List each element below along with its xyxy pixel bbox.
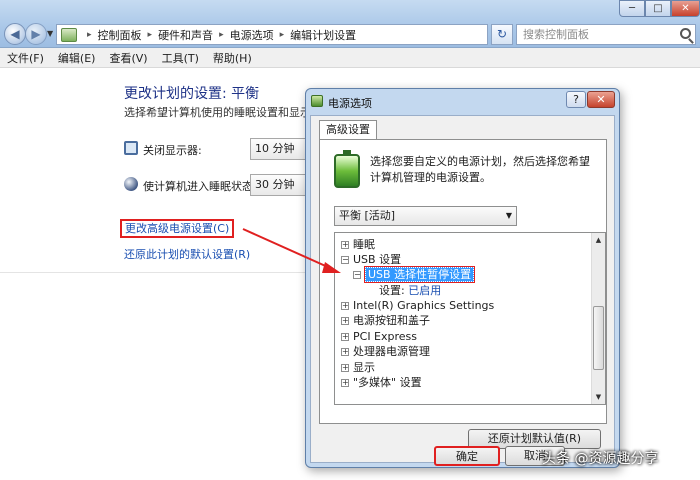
breadcrumb-separator-icon[interactable]: ▸ — [280, 30, 285, 40]
tree-item-display[interactable]: + 显示 — [341, 360, 375, 375]
tree-scrollbar[interactable]: ▲ ▼ — [591, 233, 605, 404]
advanced-settings-panel: 选择您要自定义的电源计划，然后选择您希望计算机管理的电源设置。 平衡 [活动] … — [319, 139, 607, 424]
tree-item-power-buttons[interactable]: + 电源按钮和盖子 — [341, 313, 430, 328]
tree-item-processor-power[interactable]: + 处理器电源管理 — [341, 344, 430, 359]
search-input[interactable]: 搜索控制面板 — [516, 24, 696, 45]
tree-item-label: PCI Express — [353, 330, 418, 343]
dialog-close-button[interactable]: ✕ — [587, 91, 615, 108]
scroll-down-icon[interactable]: ▼ — [592, 390, 605, 404]
close-button[interactable]: ✕ — [671, 0, 700, 17]
breadcrumb-separator-icon[interactable]: ▸ — [219, 30, 224, 40]
sleep-icon — [124, 177, 138, 191]
dialog-titlebar[interactable]: 电源选项 ? ✕ — [306, 89, 619, 113]
watermark: 头条 @资源趣分享 — [542, 451, 659, 467]
expand-icon[interactable]: + — [341, 317, 349, 325]
search-placeholder: 搜索控制面板 — [523, 28, 589, 41]
scroll-up-icon[interactable]: ▲ — [592, 233, 605, 247]
tree-item-label: Intel(R) Graphics Settings — [353, 299, 495, 312]
recent-pages-dropdown-icon[interactable]: ▼ — [47, 29, 53, 38]
power-options-dialog: 电源选项 ? ✕ 高级设置 选择您要自定义的电源计划，然后选择您希望计算机管理的… — [305, 88, 620, 468]
breadcrumb-hardware-sound[interactable]: 硬件和声音 — [158, 27, 213, 43]
expand-icon[interactable]: + — [341, 348, 349, 356]
search-icon — [680, 28, 691, 39]
menu-file[interactable]: 文件(F) — [0, 50, 51, 66]
advanced-power-settings-link[interactable]: 更改高级电源设置(C) — [120, 219, 235, 238]
forward-button[interactable]: ▶ — [25, 23, 47, 45]
menu-view[interactable]: 查看(V) — [102, 50, 154, 66]
dialog-title: 电源选项 — [328, 97, 372, 110]
expand-icon[interactable]: + — [341, 364, 349, 372]
setting-value-link[interactable]: 已启用 — [408, 284, 441, 297]
dialog-body: 高级设置 选择您要自定义的电源计划，然后选择您希望计算机管理的电源设置。 平衡 … — [310, 115, 615, 466]
minimize-button[interactable]: ─ — [619, 0, 645, 17]
tree-item-label: "多媒体" 设置 — [353, 376, 422, 389]
sleep-label: 使计算机进入睡眠状态: — [143, 180, 257, 193]
explorer-titlebar: ─ □ ✕ ◀ ▶ ▼ ▸ 控制面板 ▸ 硬件和声音 ▸ 电源选项 ▸ 编辑计划… — [0, 0, 700, 48]
dialog-description: 选择您要自定义的电源计划，然后选择您希望计算机管理的电源设置。 — [370, 155, 590, 184]
tree-item-label: 处理器电源管理 — [353, 345, 430, 358]
sleep-select[interactable]: 30 分钟 — [250, 174, 310, 196]
setting-label: 设置: — [379, 284, 405, 297]
refresh-icon[interactable]: ↻ — [491, 24, 513, 45]
scrollbar-thumb[interactable] — [593, 306, 604, 370]
address-bar[interactable]: ▸ 控制面板 ▸ 硬件和声音 ▸ 电源选项 ▸ 编辑计划设置 ▼ — [56, 24, 488, 45]
divider — [0, 272, 310, 273]
tree-item-label: 电源按钮和盖子 — [353, 314, 430, 327]
page-title: 更改计划的设置: 平衡 — [124, 86, 260, 102]
battery-icon — [334, 150, 360, 188]
ok-button[interactable]: 确定 — [434, 446, 500, 466]
expand-icon[interactable]: + — [341, 241, 349, 249]
back-button[interactable]: ◀ — [4, 23, 26, 45]
breadcrumb-separator-icon[interactable]: ▸ — [148, 30, 153, 40]
help-button[interactable]: ? — [566, 91, 586, 108]
collapse-icon[interactable]: − — [353, 271, 361, 279]
maximize-button[interactable]: □ — [645, 0, 671, 17]
display-off-select[interactable]: 10 分钟 — [250, 138, 310, 160]
menu-tools[interactable]: 工具(T) — [155, 50, 206, 66]
breadcrumb-edit-plan[interactable]: 编辑计划设置 — [290, 27, 356, 43]
tree-item-usb-settings[interactable]: − USB 设置 — [341, 252, 401, 267]
breadcrumb-power-options[interactable]: 电源选项 — [230, 27, 274, 43]
tree-item-sleep[interactable]: + 睡眠 — [341, 237, 375, 252]
collapse-icon[interactable]: − — [341, 256, 349, 264]
chevron-down-icon: ▼ — [505, 211, 512, 220]
menu-edit[interactable]: 编辑(E) — [51, 50, 103, 66]
tree-item-usb-selective-suspend[interactable]: − USB 选择性暂停设置 — [353, 266, 476, 283]
display-off-label: 关闭显示器: — [143, 144, 202, 157]
breadcrumb-control-panel[interactable]: 控制面板 — [98, 27, 142, 43]
tree-item-intel-graphics[interactable]: + Intel(R) Graphics Settings — [341, 298, 494, 313]
menu-help[interactable]: 帮助(H) — [206, 50, 259, 66]
tree-item-pci-express[interactable]: + PCI Express — [341, 329, 417, 344]
power-plan-value: 平衡 [活动] — [339, 209, 396, 222]
control-panel-icon — [61, 27, 77, 42]
power-plan-select[interactable]: 平衡 [活动] ▼ — [334, 206, 517, 226]
monitor-icon — [124, 141, 138, 155]
tree-item-label: USB 选择性暂停设置 — [363, 266, 476, 283]
expand-icon[interactable]: + — [341, 333, 349, 341]
tree-item-setting-value[interactable]: 设置: 已启用 — [379, 283, 441, 298]
tree-item-label: 睡眠 — [353, 238, 375, 251]
settings-tree[interactable]: + 睡眠 − USB 设置 − USB 选择性暂停设置 设置: 已启用 + Intel(… — [334, 232, 606, 405]
tree-item-label: 显示 — [353, 361, 375, 374]
page-description: 选择希望计算机使用的睡眠设置和显示设置。 — [124, 106, 314, 119]
tree-item-multimedia[interactable]: + "多媒体" 设置 — [341, 375, 422, 390]
power-options-icon — [311, 95, 323, 107]
menu-bar: 文件(F) 编辑(E) 查看(V) 工具(T) 帮助(H) — [0, 48, 700, 68]
tree-item-label: USB 设置 — [353, 253, 402, 266]
tab-advanced-settings[interactable]: 高级设置 — [319, 120, 377, 140]
restore-defaults-link[interactable]: 还原此计划的默认设置(R) — [124, 246, 250, 262]
breadcrumb-separator-icon[interactable]: ▸ — [87, 30, 92, 40]
expand-icon[interactable]: + — [341, 302, 349, 310]
expand-icon[interactable]: + — [341, 379, 349, 387]
